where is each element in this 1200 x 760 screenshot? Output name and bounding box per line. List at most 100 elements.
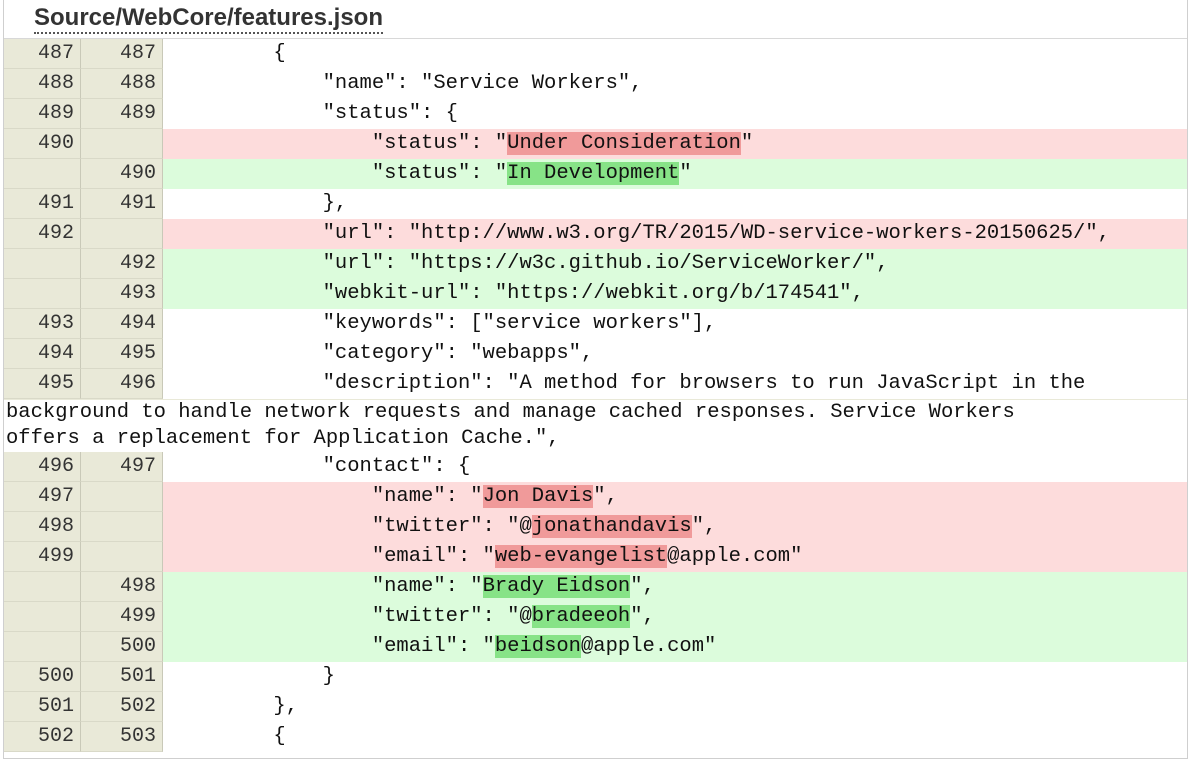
old-line-number[interactable]: 498 (4, 512, 81, 542)
added-line: 492 "url": "https://w3c.github.io/Servic… (4, 249, 1187, 279)
new-line-number[interactable]: 492 (81, 249, 163, 279)
new-line-number[interactable]: 495 (81, 339, 163, 369)
old-line-number[interactable]: 488 (4, 69, 81, 99)
code-line: "name": "Service Workers", (163, 69, 1187, 99)
new-line-number[interactable] (81, 219, 163, 249)
code-text: ", (630, 605, 655, 628)
old-line-number[interactable] (4, 572, 81, 602)
code-line: "url": "http://www.w3.org/TR/2015/WD-ser… (163, 219, 1187, 249)
new-line-number[interactable] (81, 129, 163, 159)
code-text: "webkit-url": "https://webkit.org/b/1745… (175, 282, 864, 305)
deleted-line: 498 "twitter": "@jonathandavis", (4, 512, 1187, 542)
changed-text-highlight: Jon Davis (482, 485, 594, 508)
code-line: "name": "Jon Davis", (163, 482, 1187, 512)
old-line-number[interactable]: 489 (4, 99, 81, 129)
old-line-number[interactable]: 499 (4, 542, 81, 572)
wrapped-code-line: offers a replacement for Application Cac… (4, 426, 1187, 452)
code-line: { (163, 39, 1187, 69)
file-path-link[interactable]: Source/WebCore/features.json (34, 4, 383, 34)
code-text: "status": { (175, 102, 458, 125)
old-line-number[interactable]: 493 (4, 309, 81, 339)
new-line-number[interactable] (81, 482, 163, 512)
old-line-number[interactable] (4, 249, 81, 279)
code-text: }, (175, 192, 348, 215)
old-line-number[interactable]: 501 (4, 692, 81, 722)
old-line-number[interactable] (4, 632, 81, 662)
old-line-number[interactable]: 487 (4, 39, 81, 69)
old-line-number[interactable]: 490 (4, 129, 81, 159)
new-line-number[interactable]: 490 (81, 159, 163, 189)
old-line-number[interactable]: 500 (4, 662, 81, 692)
new-line-number[interactable]: 496 (81, 369, 163, 399)
context-line: 496 497 "contact": { (4, 452, 1187, 482)
deleted-line: 497 "name": "Jon Davis", (4, 482, 1187, 512)
new-line-number[interactable]: 501 (81, 662, 163, 692)
code-text: }, (175, 695, 299, 718)
code-line: } (163, 662, 1187, 692)
new-line-number[interactable]: 502 (81, 692, 163, 722)
code-text: { (175, 42, 286, 65)
new-line-number[interactable]: 491 (81, 189, 163, 219)
new-line-number[interactable]: 489 (81, 99, 163, 129)
added-line: 499 "twitter": "@bradeeoh", (4, 602, 1187, 632)
context-line: 494 495 "category": "webapps", (4, 339, 1187, 369)
code-line: "keywords": ["service workers"], (163, 309, 1187, 339)
diff-lines: 487 487 {488 488 "name": "Service Workers"… (4, 39, 1187, 752)
diff-viewer: Source/WebCore/features.json 487 487 {488… (3, 0, 1188, 759)
old-line-number[interactable]: 492 (4, 219, 81, 249)
context-line: 502 503 { (4, 722, 1187, 752)
new-line-number[interactable]: 487 (81, 39, 163, 69)
code-line: { (163, 722, 1187, 752)
added-line: 490 "status": "In Development" (4, 159, 1187, 189)
code-text: "status": " (175, 162, 508, 185)
new-line-number[interactable]: 497 (81, 452, 163, 482)
code-line: "webkit-url": "https://webkit.org/b/1745… (163, 279, 1187, 309)
added-line: 500 "email": "beidson@apple.com" (4, 632, 1187, 662)
code-text: ", (630, 575, 655, 598)
code-text: "twitter": "@ (175, 515, 532, 538)
new-line-number[interactable]: 488 (81, 69, 163, 99)
code-text: "name": " (175, 485, 483, 508)
new-line-number[interactable]: 499 (81, 602, 163, 632)
changed-text-highlight: jonathandavis (531, 515, 692, 538)
code-text: "name": " (175, 575, 483, 598)
code-line: "name": "Brady Eidson", (163, 572, 1187, 602)
old-line-number[interactable]: 495 (4, 369, 81, 399)
old-line-number[interactable]: 491 (4, 189, 81, 219)
added-line: 493 "webkit-url": "https://webkit.org/b/… (4, 279, 1187, 309)
old-line-number[interactable] (4, 602, 81, 632)
old-line-number[interactable] (4, 279, 81, 309)
code-line: "url": "https://w3c.github.io/ServiceWor… (163, 249, 1187, 279)
new-line-number[interactable]: 493 (81, 279, 163, 309)
changed-text-highlight: In Development (507, 162, 680, 185)
code-text: "twitter": "@ (175, 605, 532, 628)
code-line: "description": "A method for browsers to… (163, 369, 1187, 399)
old-line-number[interactable]: 494 (4, 339, 81, 369)
new-line-number[interactable] (81, 512, 163, 542)
new-line-number[interactable]: 494 (81, 309, 163, 339)
deleted-line: 492 "url": "http://www.w3.org/TR/2015/WD… (4, 219, 1187, 249)
code-line: "contact": { (163, 452, 1187, 482)
old-line-number[interactable]: 497 (4, 482, 81, 512)
code-line: "email": "web-evangelist@apple.com" (163, 542, 1187, 572)
new-line-number[interactable]: 498 (81, 572, 163, 602)
code-text: "url": "https://w3c.github.io/ServiceWor… (175, 252, 889, 275)
changed-text-highlight: web-evangelist (494, 545, 668, 568)
context-line: 495 496 "description": "A method for brow… (4, 369, 1187, 399)
code-text: @apple.com" (580, 635, 717, 658)
new-line-number[interactable]: 503 (81, 722, 163, 752)
file-header: Source/WebCore/features.json (4, 0, 1187, 39)
code-line: "twitter": "@bradeeoh", (163, 602, 1187, 632)
old-line-number[interactable]: 496 (4, 452, 81, 482)
code-text: } (175, 665, 335, 688)
code-text: "contact": { (175, 455, 471, 478)
code-text: "email": " (175, 635, 495, 658)
new-line-number[interactable] (81, 542, 163, 572)
code-line: }, (163, 189, 1187, 219)
code-line: "category": "webapps", (163, 339, 1187, 369)
old-line-number[interactable]: 502 (4, 722, 81, 752)
new-line-number[interactable]: 500 (81, 632, 163, 662)
old-line-number[interactable] (4, 159, 81, 189)
wrapped-code-line: background to handle network requests an… (4, 399, 1187, 426)
code-line: "status": "Under Consideration" (163, 129, 1187, 159)
